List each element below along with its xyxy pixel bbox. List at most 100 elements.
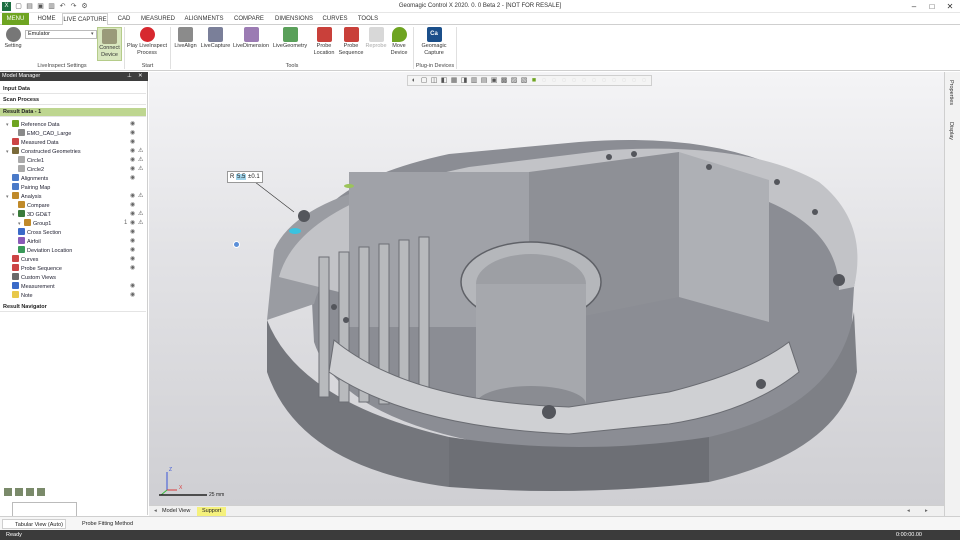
visibility-eye-icon[interactable]: ◉ [130, 255, 136, 264]
visibility-eye-icon[interactable]: ◉ [130, 129, 136, 138]
visibility-eye-icon[interactable]: ◉ [130, 210, 136, 219]
close-icon[interactable]: ✕ [138, 72, 143, 81]
visibility-eye-icon[interactable]: ◉ [130, 165, 136, 174]
tree-item[interactable]: ▾ Constructed Geometries [6, 147, 81, 156]
livedimension-label: LiveDimension [232, 43, 270, 49]
play-liveinspect-button[interactable]: Play LiveInspect Process [126, 27, 168, 61]
close-button[interactable]: ✕ [942, 0, 958, 13]
probe-point-icon[interactable] [233, 241, 240, 248]
tree-item[interactable]: Pairing Map [6, 183, 50, 192]
visibility-eye-icon[interactable]: ◉ [130, 246, 136, 255]
view-icon[interactable] [4, 488, 12, 496]
tree-item[interactable]: EMO_CAD_Large [12, 129, 71, 138]
livegeometry-button[interactable]: LiveGeometry [271, 27, 309, 61]
view-icon[interactable] [26, 488, 34, 496]
tab-menu[interactable]: MENU [2, 13, 29, 25]
visibility-eye-icon[interactable]: ◉ [130, 291, 136, 300]
visibility-eye-icon[interactable]: ◉ [130, 237, 136, 246]
tree-item[interactable]: Alignments [6, 174, 48, 183]
tab-tabular-view[interactable]: Tabular View (Auto) [2, 519, 66, 529]
callout-prefix: R [230, 174, 235, 180]
tab-alignments[interactable]: ALIGNMENTS [182, 13, 226, 25]
tab-curves[interactable]: CURVES [321, 13, 349, 25]
tree-item[interactable]: Circle1 [12, 156, 44, 165]
tab-properties[interactable]: Properties [948, 80, 954, 105]
device-select[interactable]: Emulator [25, 30, 97, 39]
section-result-data[interactable]: Result Data - 1 [0, 108, 146, 117]
tab-dimensions[interactable]: DIMENSIONS [272, 13, 316, 25]
tree-item-icon [12, 282, 19, 289]
visibility-eye-icon[interactable]: ◉ [130, 264, 136, 273]
pin-icon[interactable]: ⊥ [127, 72, 132, 81]
livecapture-button[interactable]: LiveCapture [200, 27, 231, 61]
tree-item[interactable]: Deviation Location [12, 246, 72, 255]
tab-model-view[interactable]: Model View [157, 507, 195, 516]
tree-item-icon [18, 237, 25, 244]
cad-model[interactable] [149, 72, 944, 505]
setting-button[interactable]: Setting [2, 27, 24, 61]
tree-item[interactable]: ▾ Reference Data [6, 120, 60, 129]
tree-item[interactable]: Probe Sequence [6, 264, 62, 273]
visibility-eye-icon[interactable]: ◉ [130, 228, 136, 237]
visibility-eye-icon[interactable]: ◉ [130, 174, 136, 183]
tab-display[interactable]: Display [948, 122, 954, 140]
tab-cad[interactable]: CAD [112, 13, 136, 25]
tree-item-icon [12, 192, 19, 199]
visibility-eye-icon[interactable]: ◉ [130, 219, 136, 228]
livedimension-icon [243, 27, 259, 42]
application-window: X ▢ ▤ ▣ ▥ ↶ ↷ ⚙ Geomagic Control X 2020.… [0, 0, 960, 540]
visibility-eye-icon[interactable]: ◉ [130, 282, 136, 291]
visibility-eye-icon[interactable]: ◉ [130, 192, 136, 201]
tree-item-label: Analysis [21, 194, 42, 200]
tree-item-label: Airfoil [27, 239, 41, 245]
dimension-callout[interactable]: R 5.5 ±0.1 [227, 171, 263, 183]
tree-item[interactable]: ▾ Group1 [18, 219, 51, 228]
view-icon[interactable] [37, 488, 45, 496]
tree-item[interactable]: ▾ Analysis [6, 192, 41, 201]
tree-item[interactable]: Curves [6, 255, 38, 264]
tab-support[interactable]: Support [197, 507, 227, 516]
chevron-down-icon[interactable]: ▾ [91, 31, 94, 37]
visibility-eye-icon[interactable]: ◉ [130, 147, 136, 156]
tab-home[interactable]: HOME [33, 13, 60, 25]
tree-item[interactable]: Note [6, 291, 33, 300]
geomagic-capture-button[interactable]: Ca Geomagic Capture [417, 27, 451, 61]
tab-tools[interactable]: TOOLS [355, 13, 381, 25]
tab-measured[interactable]: MEASURED [140, 13, 176, 25]
minimize-button[interactable]: – [906, 0, 922, 13]
next-icon[interactable]: ▸ [920, 507, 933, 516]
reprobe-button[interactable]: Reprobe [365, 27, 387, 61]
tree-item-label: Constructed Geometries [21, 149, 81, 155]
livealign-button[interactable]: LiveAlign [172, 27, 199, 61]
tree-item-label: Measured Data [21, 140, 59, 146]
move-device-button[interactable]: Move Device [388, 27, 410, 61]
visibility-eye-icon[interactable]: ◉ [130, 138, 136, 147]
previous-icon[interactable]: ◂ [902, 507, 915, 516]
callout-value[interactable]: 5.5 [236, 174, 247, 180]
view-icon[interactable] [15, 488, 23, 496]
section-result-navigator[interactable]: Result Navigator [0, 303, 146, 312]
visibility-eye-icon[interactable]: ◉ [130, 156, 136, 165]
section-scan-process[interactable]: Scan Process [0, 96, 146, 105]
probe-location-button[interactable]: Probe Location [311, 27, 337, 61]
livedimension-button[interactable]: LiveDimension [232, 27, 270, 61]
tree-item[interactable]: Cross Section [12, 228, 61, 237]
tree-item[interactable]: Airfoil [12, 237, 41, 246]
tree-item[interactable]: Measurement [6, 282, 55, 291]
section-input-data[interactable]: Input Data [0, 85, 146, 94]
ribbon: Setting Emulator ▾ Connect Device Play L… [0, 25, 960, 71]
tab-probe-fitting-method[interactable]: Probe Fitting Method [70, 519, 140, 529]
maximize-button[interactable]: □ [924, 0, 940, 13]
tree-item[interactable]: Custom Views [6, 273, 56, 282]
visibility-eye-icon[interactable]: ◉ [130, 201, 136, 210]
tree-item[interactable]: Measured Data [6, 138, 59, 147]
tree-item[interactable]: Circle2 [12, 165, 44, 174]
visibility-eye-icon[interactable]: ◉ [130, 120, 136, 129]
3d-viewport[interactable]: ◐ ▢ ◫ ◧ ▦ ◨ ▥ ▤ ▣ ▩ ▨ ▧ ■ ◌ ◌ ◌ ◌ ◌ ◌ ◌ ◌ ◌ ◌ ◌ [149, 72, 944, 505]
connect-device-button[interactable]: Connect Device [97, 27, 122, 61]
connect-label-1: Connect [99, 45, 120, 51]
tab-compare[interactable]: COMPARE [232, 13, 266, 25]
tree-item[interactable]: ▾ 3D GD&T [12, 210, 51, 219]
probe-sequence-button[interactable]: Probe Sequence [337, 27, 365, 61]
tree-item[interactable]: Compare [12, 201, 50, 210]
